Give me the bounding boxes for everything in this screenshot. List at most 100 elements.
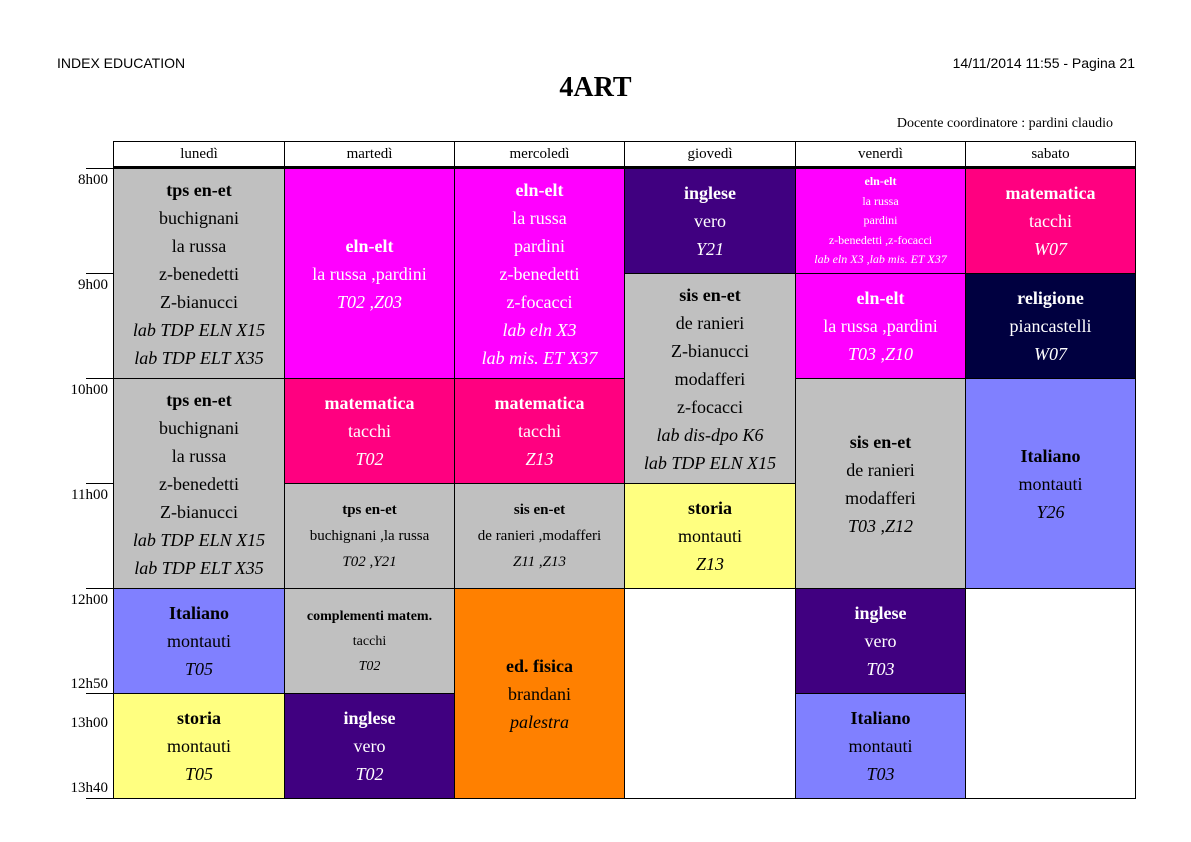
teacher-label: la russa (512, 207, 567, 228)
lesson-cell: Italiano montauti Y26 (965, 378, 1136, 589)
subject-label: matematica (1005, 183, 1096, 203)
room-label: T02 (358, 658, 381, 674)
time-label: 13h00 (70, 715, 109, 731)
teacher-label: de ranieri (675, 312, 745, 333)
teacher-label: Z-bianucci (160, 291, 238, 312)
teacher-label: modafferi (674, 368, 746, 389)
teacher-label: pardini (863, 213, 898, 228)
teacher-label: de ranieri ,modafferi (477, 528, 602, 544)
subject-label: tps en-et (342, 502, 397, 518)
time-tick (86, 483, 113, 484)
subject-label: complementi matem. (306, 608, 433, 624)
teacher-label: tacchi (1029, 211, 1072, 231)
teacher-label: modafferi (845, 487, 916, 508)
room-label: lab mis. ET X37 (481, 347, 598, 368)
teacher-label: tacchi (352, 633, 387, 649)
subject-label: religione (1017, 288, 1084, 308)
day-header-friday: venerdì (795, 141, 966, 167)
teacher-label: montauti (678, 526, 742, 546)
lesson-cell: eln-elt la russa ,pardini T03 ,Z10 (795, 273, 966, 379)
teacher-label: la russa (171, 235, 227, 256)
subject-label: Italiano (850, 708, 911, 728)
time-tick (86, 168, 113, 169)
room-label: T03 (866, 764, 895, 784)
teacher-label: buchignani (159, 417, 239, 438)
day-header-monday: lunedì (113, 141, 285, 167)
teacher-label: la russa (171, 445, 227, 466)
subject-label: Italiano (1020, 445, 1081, 466)
room-label: T03 ,Z12 (847, 515, 914, 536)
subject-label: storia (177, 708, 221, 728)
lesson-cell: tps en-et buchignani la russa z-benedett… (113, 378, 285, 589)
room-label: Y26 (1036, 501, 1065, 522)
time-label: 12h00 (70, 592, 109, 608)
teacher-label: la russa (862, 193, 899, 208)
subject-label: storia (688, 498, 732, 518)
coordinator-label: Docente coordinatore : pardini claudio (896, 116, 1113, 131)
day-header-tuesday: martedì (284, 141, 455, 167)
room-label: lab TDP ELT X35 (134, 557, 264, 578)
room-label: lab TDP ELT X35 (134, 347, 264, 368)
lesson-cell: Italiano montauti T05 (113, 588, 285, 694)
lesson-cell: complementi matem. tacchi T02 (284, 588, 455, 694)
publisher-label: INDEX EDUCATION (57, 55, 186, 71)
time-label: 12h50 (70, 676, 109, 692)
teacher-label: z-benedetti (159, 473, 239, 494)
teacher-label: montauti (167, 736, 231, 756)
lesson-cell: inglese vero Y21 (624, 168, 796, 274)
day-header-wednesday: mercoledì (454, 141, 625, 167)
teacher-label: Z-bianucci (671, 340, 749, 361)
subject-label: eln-elt (345, 235, 394, 256)
lesson-cell: tps en-et buchignani ,la russa T02 ,Y21 (284, 483, 455, 589)
time-tick (86, 798, 113, 799)
page-title: 4ART (559, 72, 632, 103)
teacher-label: de ranieri (846, 459, 915, 480)
lesson-cell: sis en-et de ranieri Z-bianucci modaffer… (624, 273, 796, 484)
time-label: 9h00 (78, 277, 108, 293)
teacher-label: vero (864, 631, 897, 651)
teacher-label: pardini (514, 235, 565, 256)
room-label: Z11 ,Z13 (512, 554, 567, 570)
subject-label: ed. fisica (506, 655, 573, 676)
print-date-page: 14/11/2014 11:55 - Pagina 21 (952, 55, 1135, 71)
room-label: Z13 (695, 554, 724, 574)
teacher-label: Z-bianucci (160, 501, 238, 522)
day-header-saturday: sabato (965, 141, 1136, 167)
lesson-cell: eln-elt la russa pardini z-benedetti ,z-… (795, 168, 966, 274)
lesson-cell: ed. fisica brandani palestra (454, 588, 625, 799)
teacher-label: la russa ,pardini (312, 263, 427, 284)
lesson-cell: Italiano montauti T03 (795, 693, 966, 799)
room-label: T03 ,Z10 (847, 344, 914, 364)
lesson-cell: inglese vero T02 (284, 693, 455, 799)
subject-label: Italiano (168, 603, 229, 623)
teacher-label: montauti (1018, 473, 1083, 494)
lesson-cell: storia montauti T05 (113, 693, 285, 799)
time-label: 8h00 (78, 172, 108, 188)
room-label: lab dis-dpo K6 (656, 424, 764, 445)
lesson-cell: tps en-et buchignani la russa z-benedett… (113, 168, 285, 379)
room-label: W07 (1034, 239, 1067, 259)
room-label: palestra (509, 711, 569, 732)
lesson-cell: eln-elt la russa ,pardini T02 ,Z03 (284, 168, 455, 379)
room-label: lab TDP ELN X15 (643, 452, 777, 473)
teacher-label: z-benedetti (159, 263, 239, 284)
room-label: T03 (866, 659, 895, 679)
teacher-label: tacchi (518, 421, 561, 441)
lesson-cell: matematica tacchi Z13 (454, 378, 625, 484)
lesson-cell: matematica tacchi T02 (284, 378, 455, 484)
time-label: 13h40 (70, 780, 109, 796)
time-label: 11h00 (71, 487, 108, 503)
teacher-label: montauti (167, 631, 231, 651)
subject-label: inglese (684, 183, 736, 203)
teacher-label: z-focacci (677, 396, 743, 417)
time-label: 10h00 (70, 382, 109, 398)
teacher-label: vero (353, 736, 386, 756)
day-header-thursday: giovedì (624, 141, 796, 167)
subject-label: matematica (324, 393, 415, 413)
time-tick (86, 588, 113, 589)
room-label: T02 (355, 764, 384, 784)
time-tick (86, 273, 113, 274)
room-label: Z13 (525, 449, 554, 469)
teacher-label: tacchi (348, 421, 391, 441)
subject-label: eln-elt (515, 179, 564, 200)
